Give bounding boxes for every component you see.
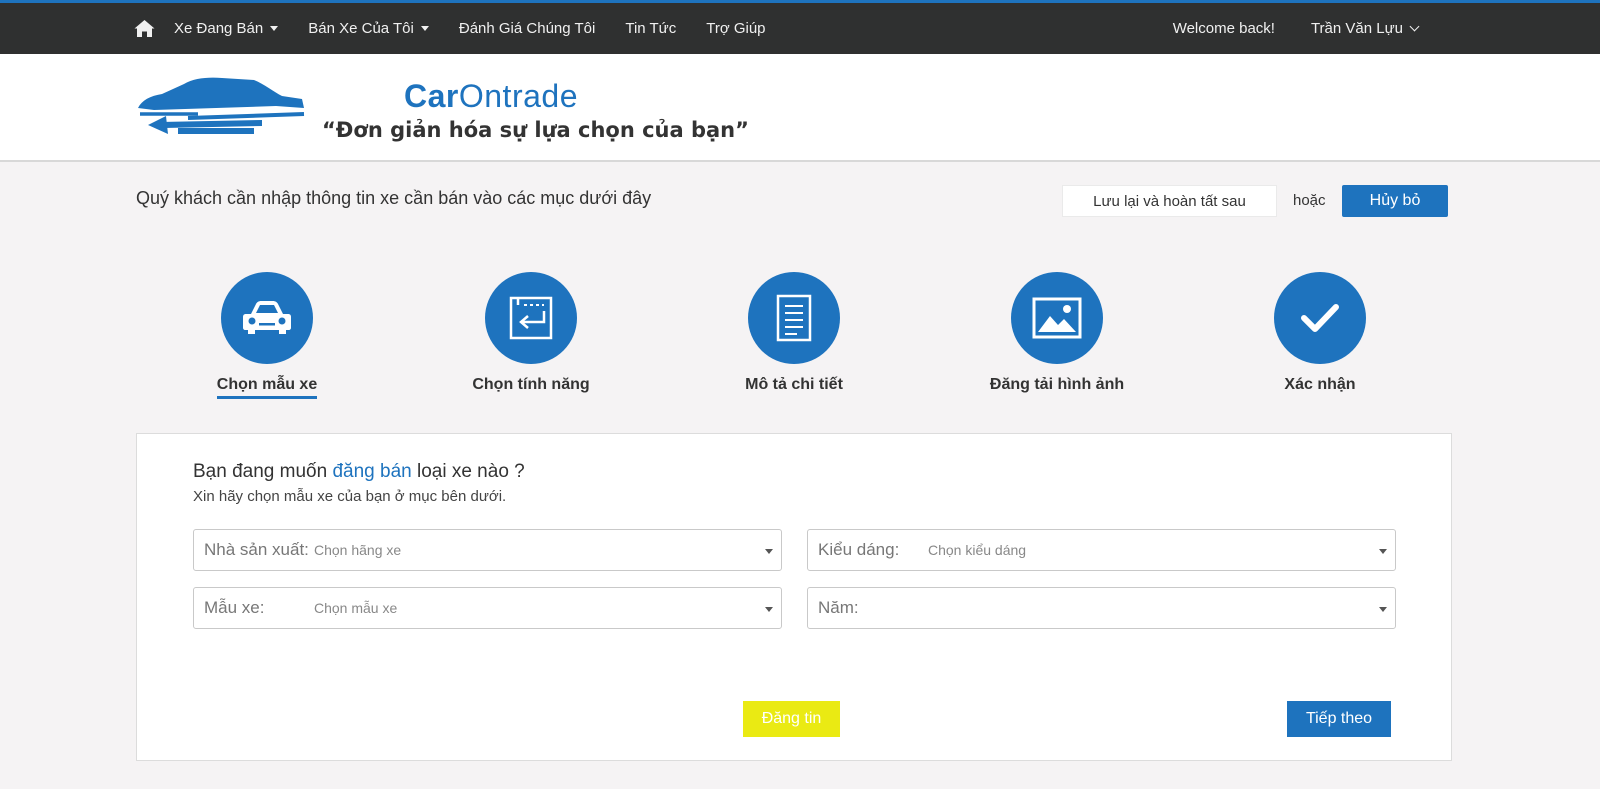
nav-item-label: Bán Xe Của Tôi [308, 20, 414, 37]
car-logo-icon [138, 77, 305, 134]
caret-down-icon [420, 26, 429, 31]
form-subtitle: Xin hãy chọn mẫu xe của bạn ở mục bên dư… [193, 488, 507, 505]
nav-item-label: Đánh Giá Chúng Tôi [458, 20, 596, 37]
step-upload-images[interactable]: Đăng tải hình ảnh [967, 272, 1147, 396]
step-circle [485, 272, 577, 364]
nav-item-sell-my-car[interactable]: Bán Xe Của Tôi [308, 20, 429, 37]
caret-down-icon [270, 26, 279, 31]
body-style-select[interactable]: Kiểu dáng: Chọn kiểu dáng [807, 529, 1396, 571]
nav-item-help[interactable]: Trợ Giúp [706, 20, 765, 37]
welcome-text: Welcome back! [1172, 20, 1275, 37]
user-name: Trần Văn Lựu [1310, 20, 1403, 37]
maker-value: Chọn hãng xe [314, 542, 402, 558]
nav-item-review-us[interactable]: Đánh Giá Chúng Tôi [459, 20, 595, 37]
step-label: Chọn tính năng [472, 376, 590, 393]
step-choose-model[interactable]: Chọn mẫu xe [177, 272, 357, 399]
step-label: Đăng tải hình ảnh [989, 376, 1125, 393]
brand-part2: Ontrade [458, 78, 578, 114]
user-menu[interactable]: Trần Văn Lựu [1310, 20, 1420, 37]
next-button[interactable]: Tiếp theo [1287, 701, 1391, 737]
slogan: “Đơn giản hóa sự lựa chọn của bạn” [322, 118, 749, 142]
step-circle [748, 272, 840, 364]
form-title-after: loại xe nào ? [411, 461, 525, 482]
step-circle [221, 272, 313, 364]
home-icon[interactable] [134, 18, 156, 40]
brand-part1: Car [404, 78, 459, 114]
step-label: Chọn mẫu xe [216, 376, 318, 399]
step-label: Xác nhận [1284, 376, 1356, 393]
nav-item-label: Trợ Giúp [706, 20, 766, 37]
car-icon [243, 301, 291, 334]
year-label: Năm: [818, 598, 859, 617]
nav-item-label: Xe Đang Bán [174, 20, 264, 37]
body-style-value: Chọn kiểu dáng [928, 542, 1027, 558]
intro-text: Quý khách cần nhập thông tin xe cần bán … [136, 188, 652, 208]
car-selection-panel: Bạn đang muốn đăng bán loại xe nào ? Xin… [136, 433, 1452, 761]
model-select[interactable]: Mẫu xe: Chọn mẫu xe [193, 587, 782, 629]
top-navbar: Xe Đang Bán Bán Xe Của Tôi Đánh Giá Chún… [0, 0, 1600, 54]
save-later-button[interactable]: Lưu lại và hoàn tất sau [1062, 185, 1277, 217]
brand-name: CarOntrade [404, 78, 578, 115]
caret-down-icon [1379, 549, 1387, 554]
year-select[interactable]: Năm: [807, 587, 1396, 629]
step-describe-details[interactable]: Mô tả chi tiết [704, 272, 884, 396]
step-label: Mô tả chi tiết [745, 376, 843, 393]
form-title-highlight: đăng bán [332, 461, 412, 482]
feature-icon [509, 296, 553, 340]
form-title-before: Bạn đang muốn [193, 461, 333, 482]
document-icon [776, 294, 812, 342]
check-icon [1301, 304, 1339, 332]
site-header: CarOntrade “Đơn giản hóa sự lựa chọn của… [0, 54, 1600, 162]
nav-item-cars-for-sale[interactable]: Xe Đang Bán [174, 20, 279, 37]
image-icon [1032, 297, 1082, 339]
form-title: Bạn đang muốn đăng bán loại xe nào ? [193, 461, 525, 483]
nav-right-group: Welcome back! Trần Văn Lựu [1172, 20, 1420, 37]
site-logo[interactable]: CarOntrade “Đơn giản hóa sự lựa chọn của… [136, 76, 749, 148]
or-text: hoặc [1293, 192, 1326, 209]
cancel-button[interactable]: Hủy bỏ [1342, 185, 1448, 217]
maker-label: Nhà sản xuất: [204, 540, 309, 559]
chevron-down-icon [1409, 21, 1420, 32]
step-choose-features[interactable]: Chọn tính năng [441, 272, 621, 396]
post-listing-button[interactable]: Đăng tin [743, 701, 840, 737]
step-circle [1274, 272, 1366, 364]
nav-item-news[interactable]: Tin Tức [625, 20, 676, 37]
nav-item-label: Tin Tức [625, 20, 677, 37]
caret-down-icon [765, 549, 773, 554]
caret-down-icon [1379, 607, 1387, 612]
model-value: Chọn mẫu xe [314, 600, 398, 616]
step-confirm[interactable]: Xác nhận [1230, 272, 1410, 396]
caret-down-icon [765, 607, 773, 612]
step-circle [1011, 272, 1103, 364]
body-style-label: Kiểu dáng: [818, 540, 900, 559]
model-label: Mẫu xe: [204, 598, 265, 617]
maker-select[interactable]: Nhà sản xuất: Chọn hãng xe [193, 529, 782, 571]
